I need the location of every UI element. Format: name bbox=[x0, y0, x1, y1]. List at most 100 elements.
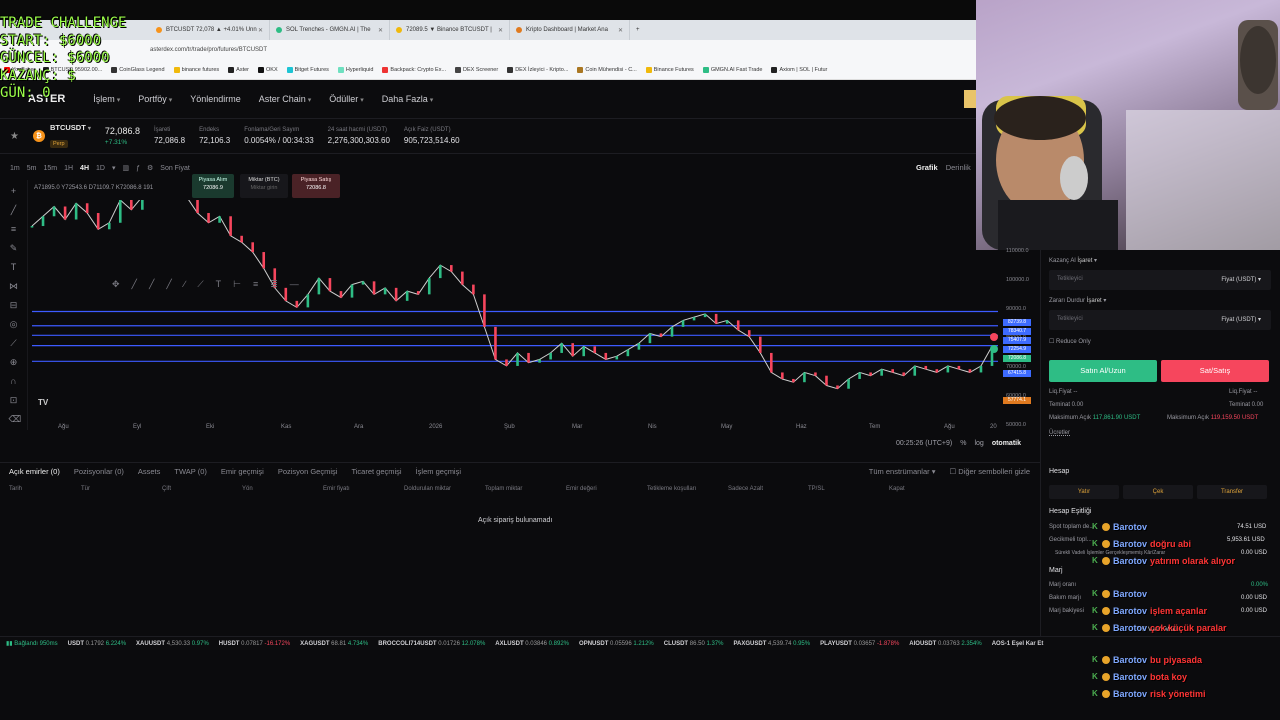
forecast-icon[interactable]: ⊟ bbox=[9, 300, 19, 310]
hide-other-symbols[interactable]: ☐ Diğer sembolleri gizle bbox=[949, 467, 1030, 476]
interval-1h[interactable]: 1H bbox=[64, 165, 73, 172]
tab-assets[interactable]: Assets bbox=[138, 467, 161, 476]
log-toggle[interactable]: log bbox=[974, 440, 983, 447]
draw-tool-icon[interactable]: ╱ bbox=[132, 279, 137, 290]
magnet-icon[interactable]: ∩ bbox=[9, 376, 19, 386]
quick-qty-box[interactable]: Miktar (BTC) Miktar girin bbox=[240, 174, 288, 198]
chat-username[interactable]: Barotov bbox=[1113, 689, 1147, 699]
nav-item-referral[interactable]: Yönlendirme bbox=[190, 94, 241, 104]
brush-icon[interactable]: ✎ bbox=[9, 243, 19, 253]
reduce-only-checkbox[interactable]: ☐ Reduce Only bbox=[1049, 338, 1091, 345]
withdraw-button[interactable]: Çek bbox=[1123, 485, 1193, 499]
tab-depth[interactable]: Derinlik bbox=[946, 163, 971, 172]
chat-username[interactable]: Barotov bbox=[1113, 556, 1147, 566]
chat-username[interactable]: Barotov bbox=[1113, 606, 1147, 616]
instruments-filter[interactable]: Tüm enstrümanlar ▾ bbox=[869, 467, 936, 476]
ticker-item[interactable]: XAUUSDT 4,530.33 0.97% bbox=[136, 641, 209, 647]
draw-tool-icon[interactable]: T bbox=[216, 279, 222, 289]
interval-1m[interactable]: 1m bbox=[10, 165, 20, 172]
draw-tool-icon[interactable]: ╱ bbox=[166, 279, 171, 290]
tab-trade-history[interactable]: Ticaret geçmişi bbox=[351, 467, 401, 476]
new-tab-button[interactable]: + bbox=[630, 20, 650, 40]
tab-positions[interactable]: Pozisyonlar (0) bbox=[74, 467, 124, 476]
auto-toggle[interactable]: otomatik bbox=[992, 440, 1021, 447]
browser-tab[interactable]: Kripto Dashboard | Market Ana ✕ bbox=[510, 20, 630, 40]
pattern-icon[interactable]: ⋈ bbox=[9, 281, 19, 291]
close-icon[interactable]: ✕ bbox=[378, 27, 383, 34]
bookmark-item[interactable]: OKX bbox=[258, 66, 278, 73]
zoom-icon[interactable]: ⊕ bbox=[9, 357, 19, 367]
draw-tool-icon[interactable]: ╱ bbox=[149, 279, 154, 290]
ticker-item[interactable]: XAGUSDT 68.81 4.734% bbox=[300, 641, 368, 647]
ticker-item[interactable]: CLUSDT 86.50 1.37% bbox=[664, 641, 724, 647]
buy-long-button[interactable]: Satın Al/Uzun bbox=[1049, 360, 1157, 382]
ticker-item[interactable]: AXLUSDT 0.03846 0.892% bbox=[495, 641, 569, 647]
tp-mark-selector[interactable]: İşaret bbox=[1077, 258, 1092, 264]
tab-open-orders[interactable]: Açık emirler (0) bbox=[9, 467, 60, 476]
tab-position-history[interactable]: Pozisyon Geçmişi bbox=[278, 467, 338, 476]
browser-tab[interactable]: SOL Trenches - GMGN.AI | The ✕ bbox=[270, 20, 390, 40]
quick-sell-box[interactable]: Piyasa Satış 72086.8 bbox=[292, 174, 340, 198]
sl-trigger-input[interactable]: Tetikleyici Fiyat (USDT) ▾ bbox=[1049, 310, 1271, 330]
close-icon[interactable]: ✕ bbox=[498, 27, 503, 34]
tp-trigger-input[interactable]: Tetikleyici Fiyat (USDT) ▾ bbox=[1049, 270, 1271, 290]
close-icon[interactable]: ✕ bbox=[618, 27, 623, 34]
chat-username[interactable]: Barotov bbox=[1113, 672, 1147, 682]
chevron-down-icon[interactable]: ▾ bbox=[112, 164, 116, 172]
draw-tool-icon[interactable]: ∕ bbox=[184, 279, 186, 289]
ticker-item[interactable]: PLAYUSDT 0.03657 -1.878% bbox=[820, 641, 899, 647]
text-icon[interactable]: T bbox=[9, 262, 19, 272]
tab-twap[interactable]: TWAP (0) bbox=[174, 467, 207, 476]
chat-username[interactable]: Barotov bbox=[1113, 655, 1147, 665]
price-chart[interactable] bbox=[28, 200, 1004, 418]
lock-icon[interactable]: ⊡ bbox=[9, 395, 19, 405]
ticker-item[interactable]: HUSDT 0.07817 -16.172% bbox=[219, 641, 290, 647]
bookmark-item[interactable]: Binance Futures bbox=[645, 66, 694, 73]
connect-button-edge[interactable] bbox=[964, 90, 976, 108]
chat-username[interactable]: Barotov bbox=[1113, 589, 1147, 599]
browser-tab[interactable]: 72089.5 ▼ Binance BTCUSDT | ✕ bbox=[390, 20, 510, 40]
sl-mark-selector[interactable]: İşaret bbox=[1087, 298, 1102, 304]
nav-item-rewards[interactable]: Ödüller bbox=[329, 94, 363, 104]
nav-item-portfolio[interactable]: Portföy bbox=[138, 94, 172, 104]
bookmark-item[interactable]: DEX İzleyici - Kripto... bbox=[507, 66, 568, 73]
settings-icon[interactable]: ⚙ bbox=[147, 164, 153, 172]
interval-15m[interactable]: 15m bbox=[43, 165, 57, 172]
bookmark-item[interactable]: Axiom | SOL | Futur bbox=[771, 66, 827, 73]
draw-tool-icon[interactable]: ⟋ bbox=[197, 279, 203, 290]
address-bar[interactable]: asterdex.com/tr/trade/pro/futures/BTCUSD… bbox=[0, 40, 976, 60]
draw-tool-icon[interactable]: ⊢ bbox=[233, 279, 241, 290]
shapes-icon[interactable]: ◎ bbox=[9, 319, 19, 329]
ticker-item[interactable]: PAXGUSDT 4,539.74 0.95% bbox=[733, 641, 810, 647]
browser-tab[interactable]: BTCUSDT 72,078 ▲ +4.01% Unn ✕ bbox=[150, 20, 270, 40]
bookmark-item[interactable]: Hyperliquid bbox=[337, 66, 373, 73]
nav-item-aster-chain[interactable]: Aster Chain bbox=[259, 94, 312, 104]
symbol-selector[interactable]: ₿ BTCUSDT ▾ Perp bbox=[32, 123, 91, 150]
bookmark-item[interactable]: Backpack: Crypto Ex... bbox=[382, 66, 446, 73]
sl-unit-selector[interactable]: Fiyat (USDT) ▾ bbox=[1221, 316, 1261, 323]
nav-item-more[interactable]: Daha Fazla bbox=[382, 94, 434, 104]
chat-username[interactable]: Barotov bbox=[1113, 522, 1147, 532]
ticker-item[interactable]: USDT 0.1792 6.224% bbox=[68, 641, 126, 647]
bookmark-item[interactable]: Aster bbox=[228, 66, 249, 73]
ticker-item[interactable]: OPNUSDT 0.05596 1.212% bbox=[579, 641, 654, 647]
bookmark-item[interactable]: binance futures bbox=[173, 66, 219, 73]
fees-link[interactable]: Ücretler bbox=[1049, 430, 1070, 436]
percent-toggle[interactable]: % bbox=[960, 440, 966, 447]
trendline-icon[interactable]: ╱ bbox=[9, 205, 19, 215]
bookmark-item[interactable]: Coin Mühendisi - C... bbox=[577, 66, 637, 73]
ticker-item[interactable]: BROCCOLI714USDT 0.01726 12.078% bbox=[378, 641, 485, 647]
favorite-star-icon[interactable]: ★ bbox=[10, 131, 19, 142]
close-icon[interactable]: ✕ bbox=[258, 27, 263, 34]
tab-chart[interactable]: Grafik bbox=[916, 163, 938, 172]
draw-tool-icon[interactable]: — bbox=[290, 279, 299, 289]
candle-type-icon[interactable]: ▥ bbox=[122, 164, 129, 172]
quick-buy-box[interactable]: Piyasa Alım 72086.9 bbox=[192, 174, 234, 198]
crosshair-icon[interactable]: + bbox=[9, 186, 19, 196]
interval-5m[interactable]: 5m bbox=[27, 165, 37, 172]
draw-tool-icon[interactable]: ✥ bbox=[112, 279, 120, 290]
bookmark-item[interactable]: GMGN.AI Fast Trade bbox=[702, 66, 762, 73]
indicators-icon[interactable]: ƒ bbox=[136, 165, 140, 172]
deposit-button[interactable]: Yatır bbox=[1049, 485, 1119, 499]
last-price-selector[interactable]: Son Fiyat bbox=[160, 165, 190, 172]
